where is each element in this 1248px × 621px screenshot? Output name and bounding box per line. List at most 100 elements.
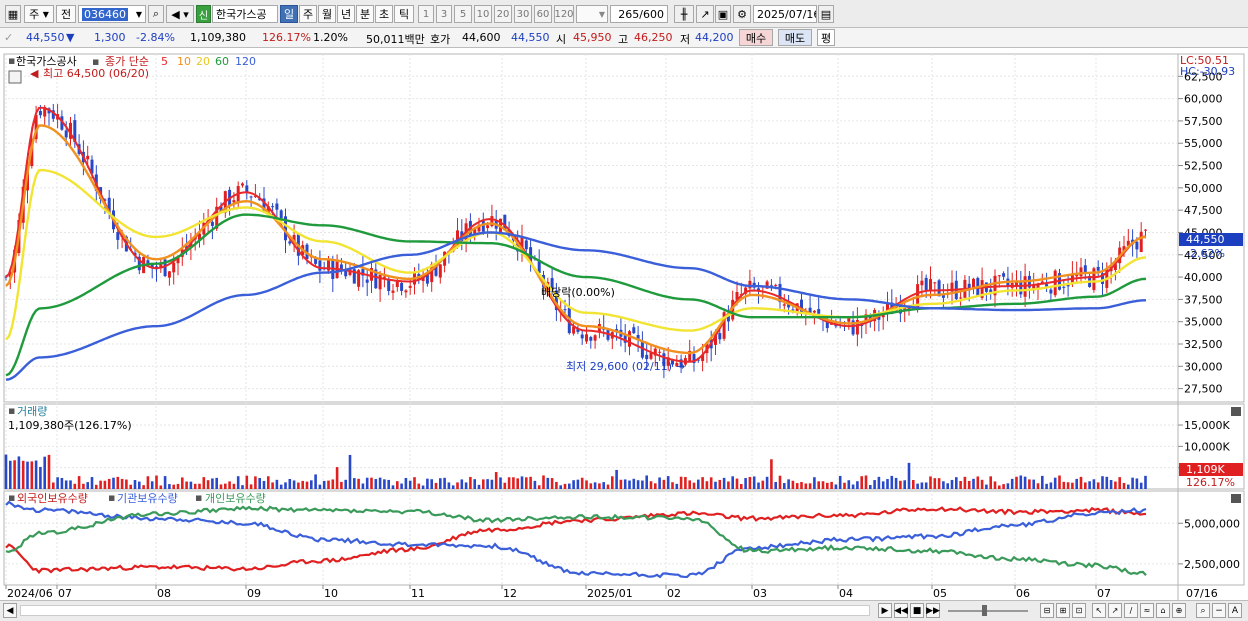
prev-button[interactable]: 전	[56, 5, 76, 23]
layout-icon[interactable]: ⊡	[1072, 603, 1086, 618]
candle-body	[438, 264, 442, 278]
period-week-button[interactable]: 주	[299, 5, 317, 23]
stock-chart[interactable]: 62,50060,00057,50055,00052,50050,00047,5…	[0, 48, 1248, 600]
period-year-button[interactable]: 년	[337, 5, 355, 23]
panel-table-icon[interactable]	[8, 70, 22, 84]
volume-bar	[383, 479, 386, 489]
font-size-icon[interactable]: A	[1228, 603, 1242, 618]
candle-body	[210, 221, 214, 226]
candle-settings-icon[interactable]: ╫	[674, 5, 694, 23]
interval-button[interactable]: 30	[514, 5, 532, 23]
gear-icon[interactable]: ⚙	[733, 5, 751, 23]
volume-bar	[752, 476, 756, 489]
new-badge-label: 신	[198, 10, 209, 22]
scroll-left-button[interactable]: ◀	[3, 603, 17, 618]
trend-icon[interactable]: ↗	[1108, 603, 1122, 618]
panel-menu-icon[interactable]: ▪	[8, 491, 15, 504]
scroll-start-button[interactable]: ◀◀	[894, 603, 908, 618]
zoom-in-icon[interactable]: ⌕	[1196, 603, 1210, 618]
volume-bar	[873, 480, 876, 489]
volume-bar	[748, 476, 752, 489]
volume-bar	[387, 479, 390, 489]
volume-bar	[722, 477, 726, 489]
marker-icon[interactable]: ⊕	[1172, 603, 1186, 618]
volume-bar	[1135, 478, 1139, 489]
display-count-input[interactable]: 265/600	[610, 5, 668, 23]
price-change: 1,300	[94, 31, 126, 44]
interval-button[interactable]: 1	[418, 5, 434, 23]
volume-panel-close-icon[interactable]	[1231, 407, 1241, 416]
scroll-end-button[interactable]: ▶▶	[926, 603, 940, 618]
volume-bar	[744, 478, 747, 489]
turnover-pct: 1.20%	[313, 31, 348, 44]
interval-label: 1	[422, 8, 430, 20]
volume-bar	[894, 477, 898, 489]
search-icon[interactable]: ⌕	[148, 5, 164, 23]
window-menu-icon[interactable]: ▦	[5, 5, 21, 23]
interval-button[interactable]: 20	[494, 5, 512, 23]
volume-bar	[912, 479, 915, 489]
period-minute-button[interactable]: 분	[356, 5, 374, 23]
holdings-panel-close-icon[interactable]	[1231, 494, 1241, 503]
save-icon[interactable]: ▣	[715, 5, 731, 23]
panel-menu-icon[interactable]: ▪	[8, 54, 15, 67]
volume-bar	[271, 482, 274, 489]
calendar-icon[interactable]: ▤	[818, 5, 834, 23]
interval-button[interactable]: 120	[554, 5, 574, 23]
period-tick-button[interactable]: 틱	[394, 5, 414, 23]
candle-body	[718, 333, 722, 340]
scroll-right-button[interactable]: ▶	[878, 603, 892, 618]
scroll-track[interactable]	[20, 605, 870, 616]
stock-name-field[interactable]: 한국가스공	[212, 5, 278, 23]
volume-bar	[1118, 477, 1121, 489]
cursor-icon[interactable]: ↖	[1092, 603, 1106, 618]
volume-bar	[606, 484, 610, 489]
stock-code-input[interactable]: 036460 ▼	[78, 5, 146, 23]
volume-bar	[443, 477, 446, 489]
volume-bar	[241, 485, 244, 489]
interval-button[interactable]: 5	[454, 5, 472, 23]
evaluate-button[interactable]: 평	[817, 29, 835, 46]
zoom-out-icon[interactable]: −	[1212, 603, 1226, 618]
magnet-icon[interactable]: ⌂	[1156, 603, 1170, 618]
volume-bar	[555, 481, 558, 489]
volume-bar	[447, 482, 451, 489]
period-label: 초	[378, 8, 390, 21]
period-type-value: 주	[29, 8, 40, 21]
interval-button[interactable]: 10	[474, 5, 492, 23]
candle-body	[920, 280, 924, 286]
volume-bar	[1032, 479, 1035, 489]
volume-bar	[980, 479, 984, 489]
period-type-select[interactable]: 주 ▼	[24, 5, 54, 23]
volume-bar	[985, 484, 988, 489]
line-icon[interactable]: ∕	[1124, 603, 1138, 618]
panel-menu-icon[interactable]: ▪	[8, 404, 15, 417]
draw-tool-icon[interactable]: ↗	[696, 5, 714, 23]
zoom-slider-handle[interactable]	[982, 605, 987, 616]
interval-button[interactable]: 60	[534, 5, 552, 23]
volume-bar	[451, 485, 455, 489]
volume-bar	[1131, 477, 1134, 489]
layout-icon[interactable]: ⊞	[1056, 603, 1070, 618]
volume-current-pct-tag: 126.17%	[1186, 476, 1235, 489]
layout-icon[interactable]: ⊟	[1040, 603, 1054, 618]
pattern-icon[interactable]: ≈	[1140, 603, 1154, 618]
price-tick-label: 40,000	[1184, 271, 1223, 284]
period-second-button[interactable]: 초	[375, 5, 393, 23]
period-day-button[interactable]: 일	[280, 5, 298, 23]
price-tick-label: 32,500	[1184, 338, 1223, 351]
volume-bar	[198, 483, 201, 489]
buy-button[interactable]: 매수	[739, 29, 773, 46]
zoom-slider[interactable]	[948, 610, 1028, 612]
volume-bar	[632, 478, 636, 489]
interval-dropdown[interactable]: ▼	[576, 5, 608, 23]
volume-bar	[168, 484, 171, 489]
sell-button[interactable]: 매도	[778, 29, 812, 46]
speaker-icon[interactable]: ◀ ▾	[166, 5, 194, 23]
stop-button[interactable]: ■	[910, 603, 924, 618]
date-input[interactable]: 2025/07/16	[753, 5, 817, 23]
prev-label: 전	[60, 8, 72, 21]
volume-bar	[740, 483, 743, 489]
interval-button[interactable]: 3	[436, 5, 452, 23]
period-month-button[interactable]: 월	[318, 5, 336, 23]
